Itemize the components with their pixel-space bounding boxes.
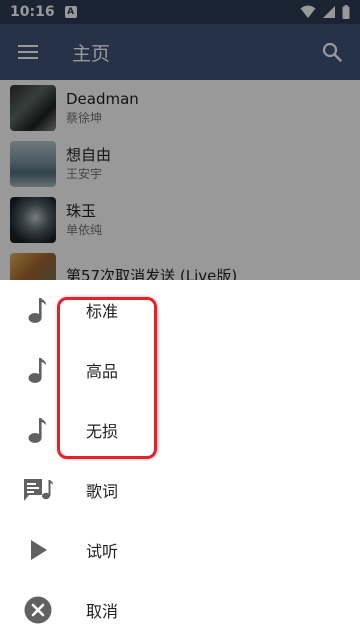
annotation-highlight-box (57, 297, 157, 459)
play-icon (0, 520, 76, 580)
option-label: 歌词 (86, 482, 119, 501)
option-high-quality[interactable]: 高品 (0, 340, 360, 400)
modal-scrim[interactable] (0, 0, 360, 280)
option-label: 取消 (86, 602, 119, 621)
option-standard[interactable]: 标准 (0, 280, 360, 340)
lyrics-icon (0, 460, 76, 520)
quality-bottom-sheet: 标准 高品 无损 歌词 试听 取消 (0, 280, 360, 640)
option-label: 试听 (86, 542, 119, 561)
option-lossless[interactable]: 无损 (0, 400, 360, 460)
cancel-icon (0, 580, 76, 640)
option-lyrics[interactable]: 歌词 (0, 460, 360, 520)
option-cancel[interactable]: 取消 (0, 580, 360, 640)
option-preview[interactable]: 试听 (0, 520, 360, 580)
